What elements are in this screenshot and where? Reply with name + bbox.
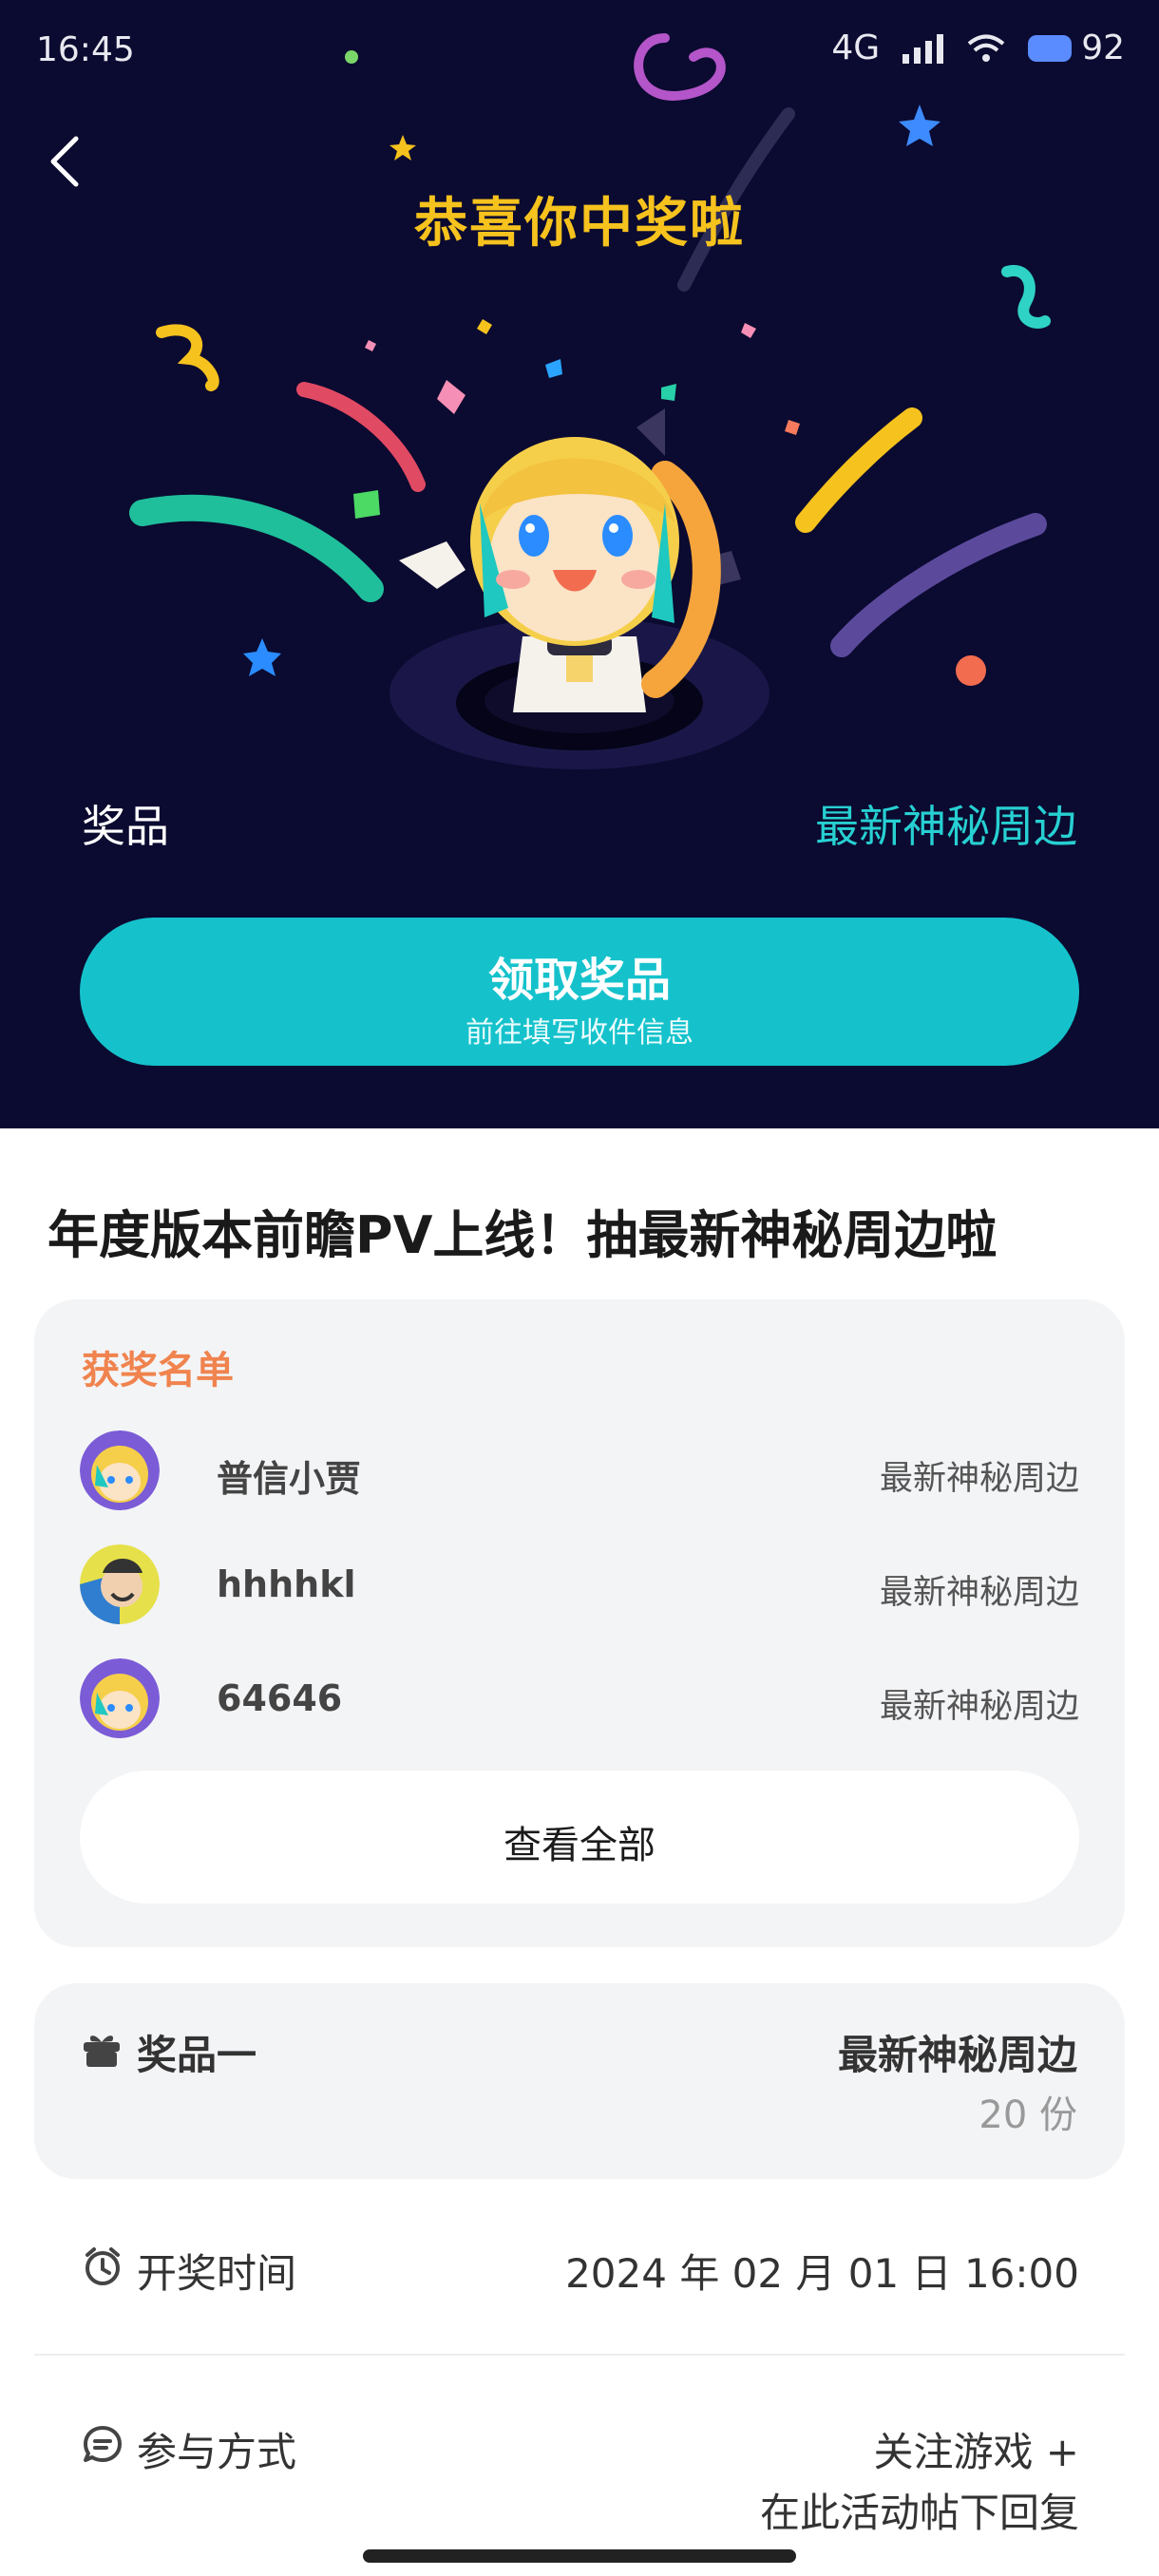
status-bar: 16:45 4G 92 [0,0,1159,95]
participation-label: 参与方式 [137,2429,297,2475]
home-indicator[interactable] [363,2549,796,2563]
draw-time-row: 开奖时间 2024 年 02 月 01 日 16:00 [82,2242,1079,2299]
signal-bars-icon [902,33,944,64]
divider [34,2354,1125,2356]
winners-title: 获奖名单 [82,1349,234,1392]
winner-prize: 最新神秘周边 [879,1688,1079,1726]
winner-name: hhhhkl [217,1563,356,1605]
participation-row: 参与方式 关注游戏 + 在此活动帖下回复 [82,2420,1079,2536]
avatar [80,1544,160,1624]
prize-label: 奖品 [82,801,169,852]
battery-indicator: 92 [1028,28,1125,67]
battery-level: 92 [1081,28,1125,67]
event-title: 年度版本前瞻PV上线！抽最新神秘周边啦 [48,1205,998,1265]
claim-button-label: 领取奖品 [487,954,671,1007]
view-all-button[interactable]: 查看全部 [80,1771,1079,1904]
signal-indicator: 4G [831,28,881,67]
winner-prize: 最新神秘周边 [879,1574,1079,1612]
winner-row: 64646 最新神秘周边 [80,1658,1079,1744]
wifi-icon [967,34,1005,62]
participation-line2: 在此活动帖下回复 [759,2490,1079,2536]
prize-count: 20 份 [978,2093,1077,2137]
prize-hero: 16:45 4G 92 恭喜你中奖啦 奖品 最新神秘周边 领取奖品 前往填写收件… [0,0,1159,1128]
status-time: 16:45 [36,30,135,69]
congrats-title: 恭喜你中奖啦 [414,193,745,255]
prize-tier-label: 奖品一 [137,2032,257,2078]
mascot-illustration [390,408,770,769]
view-all-label: 查看全部 [504,1824,656,1867]
draw-time-value: 2024 年 02 月 01 日 16:00 [565,2250,1079,2297]
prize-name: 最新神秘周边 [837,2032,1077,2078]
winner-prize: 最新神秘周边 [879,1460,1079,1498]
winners-card: 获奖名单 普信小贾 最新神秘周边 hhhhkl 最新神秘周边 64646 最新神… [34,1299,1125,1947]
alarm-clock-icon [86,2247,120,2285]
claim-button-sublabel: 前往填写收件信息 [466,1016,694,1050]
avatar [80,1658,160,1738]
avatar [80,1430,160,1510]
prize-detail-card: 奖品一 最新神秘周边 20 份 [34,1983,1125,2179]
gift-icon [84,2036,120,2067]
prize-value: 最新神秘周边 [815,801,1077,852]
participation-line1: 关注游戏 + [873,2429,1079,2475]
chat-bubble-icon [84,2426,122,2462]
winner-name: 64646 [217,1677,343,1719]
winner-row: 普信小贾 最新神秘周边 [80,1430,1079,1516]
claim-prize-button[interactable]: 领取奖品 前往填写收件信息 [80,918,1079,1066]
draw-time-label: 开奖时间 [137,2250,297,2297]
battery-icon [1028,34,1073,62]
winner-row: hhhhkl 最新神秘周边 [80,1544,1079,1630]
winner-name: 普信小贾 [217,1458,362,1500]
